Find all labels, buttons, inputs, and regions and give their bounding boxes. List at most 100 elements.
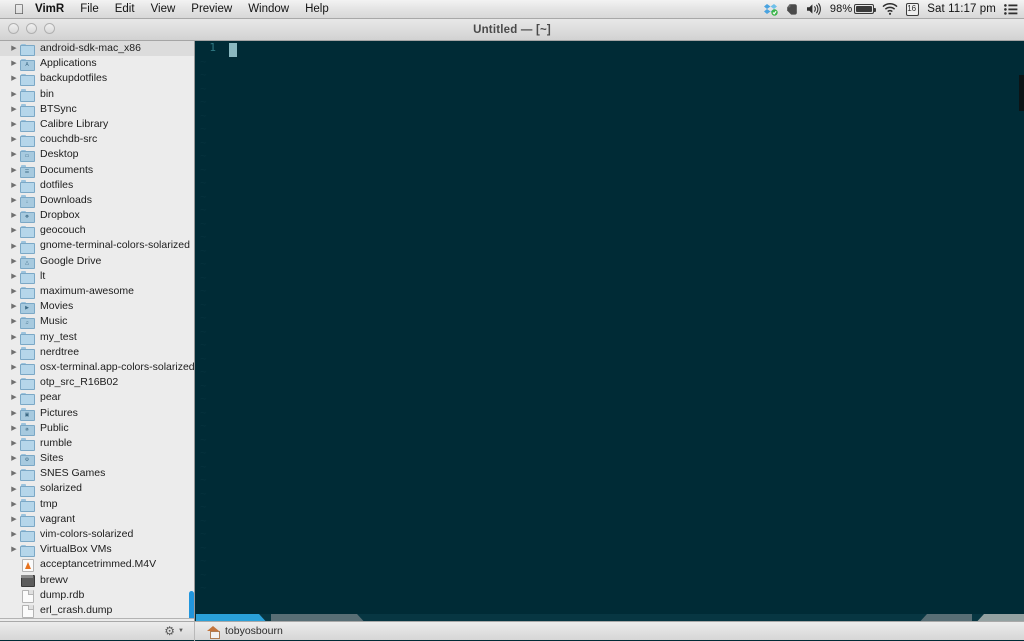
- file-tree-row[interactable]: ▶△Google Drive: [0, 254, 194, 269]
- apple-logo-icon[interactable]: : [8, 2, 30, 16]
- file-tree[interactable]: ▶android-sdk-mac_x86▶AApplications▶backu…: [0, 41, 194, 618]
- file-tree-row[interactable]: ▶lt: [0, 269, 194, 284]
- file-tree-row[interactable]: ▶▶Movies: [0, 299, 194, 314]
- menu-item-file[interactable]: File: [72, 0, 107, 19]
- file-tree-row[interactable]: ▶tmp: [0, 497, 194, 512]
- disclosure-triangle-icon[interactable]: ▶: [8, 486, 20, 493]
- sidebar-scrollbar[interactable]: [189, 41, 194, 618]
- file-tree-row[interactable]: ▶gnome-terminal-colors-solarized: [0, 238, 194, 253]
- calendar-icon[interactable]: 16: [906, 3, 919, 16]
- file-tree-row[interactable]: ▶android-sdk-mac_x86: [0, 41, 194, 56]
- disclosure-triangle-icon[interactable]: ▶: [8, 531, 20, 538]
- disclosure-triangle-icon[interactable]: ▶: [8, 394, 20, 401]
- file-tree-row[interactable]: ▶⚙Sites: [0, 451, 194, 466]
- wifi-icon[interactable]: [882, 3, 898, 15]
- file-tree-row[interactable]: ▶♫Music: [0, 314, 194, 329]
- disclosure-triangle-icon[interactable]: ▶: [8, 167, 20, 174]
- file-tree-row[interactable]: ▶vagrant: [0, 512, 194, 527]
- menu-item-preview[interactable]: Preview: [183, 0, 240, 19]
- file-tree-row[interactable]: ▶dotfiles: [0, 178, 194, 193]
- close-button[interactable]: [8, 23, 19, 34]
- disclosure-triangle-icon[interactable]: ▶: [8, 364, 20, 371]
- gear-icon[interactable]: ⚙: [164, 625, 175, 637]
- volume-icon[interactable]: [806, 3, 822, 15]
- disclosure-triangle-icon[interactable]: ▶: [8, 349, 20, 356]
- file-tree-row[interactable]: ▶Calibre Library: [0, 117, 194, 132]
- window-titlebar[interactable]: Untitled — [~]: [0, 19, 1024, 41]
- zoom-button[interactable]: [44, 23, 55, 34]
- file-tree-row[interactable]: ▶geocouch: [0, 223, 194, 238]
- file-tree-row[interactable]: ▶vim-colors-solarized: [0, 527, 194, 542]
- menu-item-view[interactable]: View: [143, 0, 184, 19]
- file-tree-row[interactable]: ▶AApplications: [0, 56, 194, 71]
- dropbox-icon[interactable]: [763, 3, 778, 16]
- disclosure-triangle-icon[interactable]: ▶: [8, 379, 20, 386]
- disclosure-triangle-icon[interactable]: ▶: [8, 91, 20, 98]
- file-tree-row[interactable]: ▶maximum-awesome: [0, 284, 194, 299]
- breadcrumb[interactable]: tobyosbourn: [195, 625, 283, 637]
- disclosure-triangle-icon[interactable]: ▶: [8, 258, 20, 265]
- disclosure-triangle-icon[interactable]: ▶: [8, 197, 20, 204]
- file-tree-row[interactable]: ▶pear: [0, 390, 194, 405]
- file-tree-row[interactable]: ▶rumble: [0, 436, 194, 451]
- disclosure-triangle-icon[interactable]: ▶: [8, 425, 20, 432]
- file-tree-row[interactable]: ▶☰Documents: [0, 163, 194, 178]
- file-tree-row[interactable]: ▶dump.rdb: [0, 588, 194, 603]
- clock-label[interactable]: Sat 11:17 pm: [927, 0, 996, 19]
- disclosure-triangle-icon[interactable]: ▶: [8, 318, 20, 325]
- disclosure-triangle-icon[interactable]: ▶: [8, 243, 20, 250]
- disclosure-triangle-icon[interactable]: ▶: [8, 227, 20, 234]
- disclosure-triangle-icon[interactable]: ▶: [8, 182, 20, 189]
- chevron-down-icon[interactable]: ▼: [178, 628, 184, 634]
- file-tree-row[interactable]: ▶solarized: [0, 481, 194, 496]
- disclosure-triangle-icon[interactable]: ▶: [8, 440, 20, 447]
- list-menu-icon[interactable]: [1004, 4, 1018, 15]
- disclosure-triangle-icon[interactable]: ▶: [8, 546, 20, 553]
- file-tree-row[interactable]: ▶BTSync: [0, 102, 194, 117]
- file-tree-row[interactable]: ▶❖Dropbox: [0, 208, 194, 223]
- disclosure-triangle-icon[interactable]: ▶: [8, 288, 20, 295]
- file-tree-row[interactable]: ▶nerdtree: [0, 345, 194, 360]
- file-tree-row[interactable]: ▶↓Downloads: [0, 193, 194, 208]
- evernote-icon[interactable]: [786, 3, 798, 16]
- menu-item-edit[interactable]: Edit: [107, 0, 143, 19]
- disclosure-triangle-icon[interactable]: ▶: [8, 455, 20, 462]
- file-tree-row[interactable]: ▶couchdb-src: [0, 132, 194, 147]
- disclosure-triangle-icon[interactable]: ▶: [8, 501, 20, 508]
- file-tree-row[interactable]: ▶VirtualBox VMs: [0, 542, 194, 557]
- vim-editor[interactable]: 1 ~~~~~~~~~~~~~~~~~~~~~~~~~~~~~~~~~~~~~~…: [196, 41, 1024, 640]
- file-tree-row[interactable]: ▶▭Desktop: [0, 147, 194, 162]
- disclosure-triangle-icon[interactable]: ▶: [8, 212, 20, 219]
- disclosure-triangle-icon[interactable]: ▶: [8, 106, 20, 113]
- file-tree-row[interactable]: ▶bin: [0, 87, 194, 102]
- disclosure-triangle-icon[interactable]: ▶: [8, 516, 20, 523]
- disclosure-triangle-icon[interactable]: ▶: [8, 121, 20, 128]
- file-tree-row[interactable]: ▶▣Pictures: [0, 406, 194, 421]
- minimize-button[interactable]: [26, 23, 37, 34]
- menu-item-app-name[interactable]: VimR: [30, 0, 72, 19]
- file-tree-row[interactable]: ▶erl_crash.dump: [0, 603, 194, 618]
- file-tree-row[interactable]: ▶osx-terminal.app-colors-solarized: [0, 360, 194, 375]
- file-tree-row[interactable]: ▶brewv: [0, 573, 194, 588]
- editor-scrollbar-thumb[interactable]: [1019, 75, 1024, 111]
- battery-status[interactable]: 98%: [830, 0, 874, 19]
- disclosure-triangle-icon[interactable]: ▶: [8, 75, 20, 82]
- disclosure-triangle-icon[interactable]: ▶: [8, 303, 20, 310]
- menu-item-help[interactable]: Help: [297, 0, 337, 19]
- file-tree-row[interactable]: ▶my_test: [0, 330, 194, 345]
- disclosure-triangle-icon[interactable]: ▶: [8, 273, 20, 280]
- disclosure-triangle-icon[interactable]: ▶: [8, 410, 20, 417]
- file-tree-row[interactable]: ▶otp_src_R16B02: [0, 375, 194, 390]
- menu-item-window[interactable]: Window: [240, 0, 297, 19]
- disclosure-triangle-icon[interactable]: ▶: [8, 334, 20, 341]
- file-tree-row[interactable]: ▶acceptancetrimmed.M4V: [0, 557, 194, 572]
- disclosure-triangle-icon[interactable]: ▶: [8, 45, 20, 52]
- disclosure-triangle-icon[interactable]: ▶: [8, 136, 20, 143]
- file-tree-row[interactable]: ▶✵Public: [0, 421, 194, 436]
- disclosure-triangle-icon[interactable]: ▶: [8, 470, 20, 477]
- file-tree-row[interactable]: ▶SNES Games: [0, 466, 194, 481]
- disclosure-triangle-icon[interactable]: ▶: [8, 151, 20, 158]
- file-tree-row[interactable]: ▶backupdotfiles: [0, 71, 194, 86]
- disclosure-triangle-icon[interactable]: ▶: [8, 60, 20, 67]
- editor-text-area[interactable]: 1 ~~~~~~~~~~~~~~~~~~~~~~~~~~~~~~~~~~~~~~…: [196, 41, 1024, 614]
